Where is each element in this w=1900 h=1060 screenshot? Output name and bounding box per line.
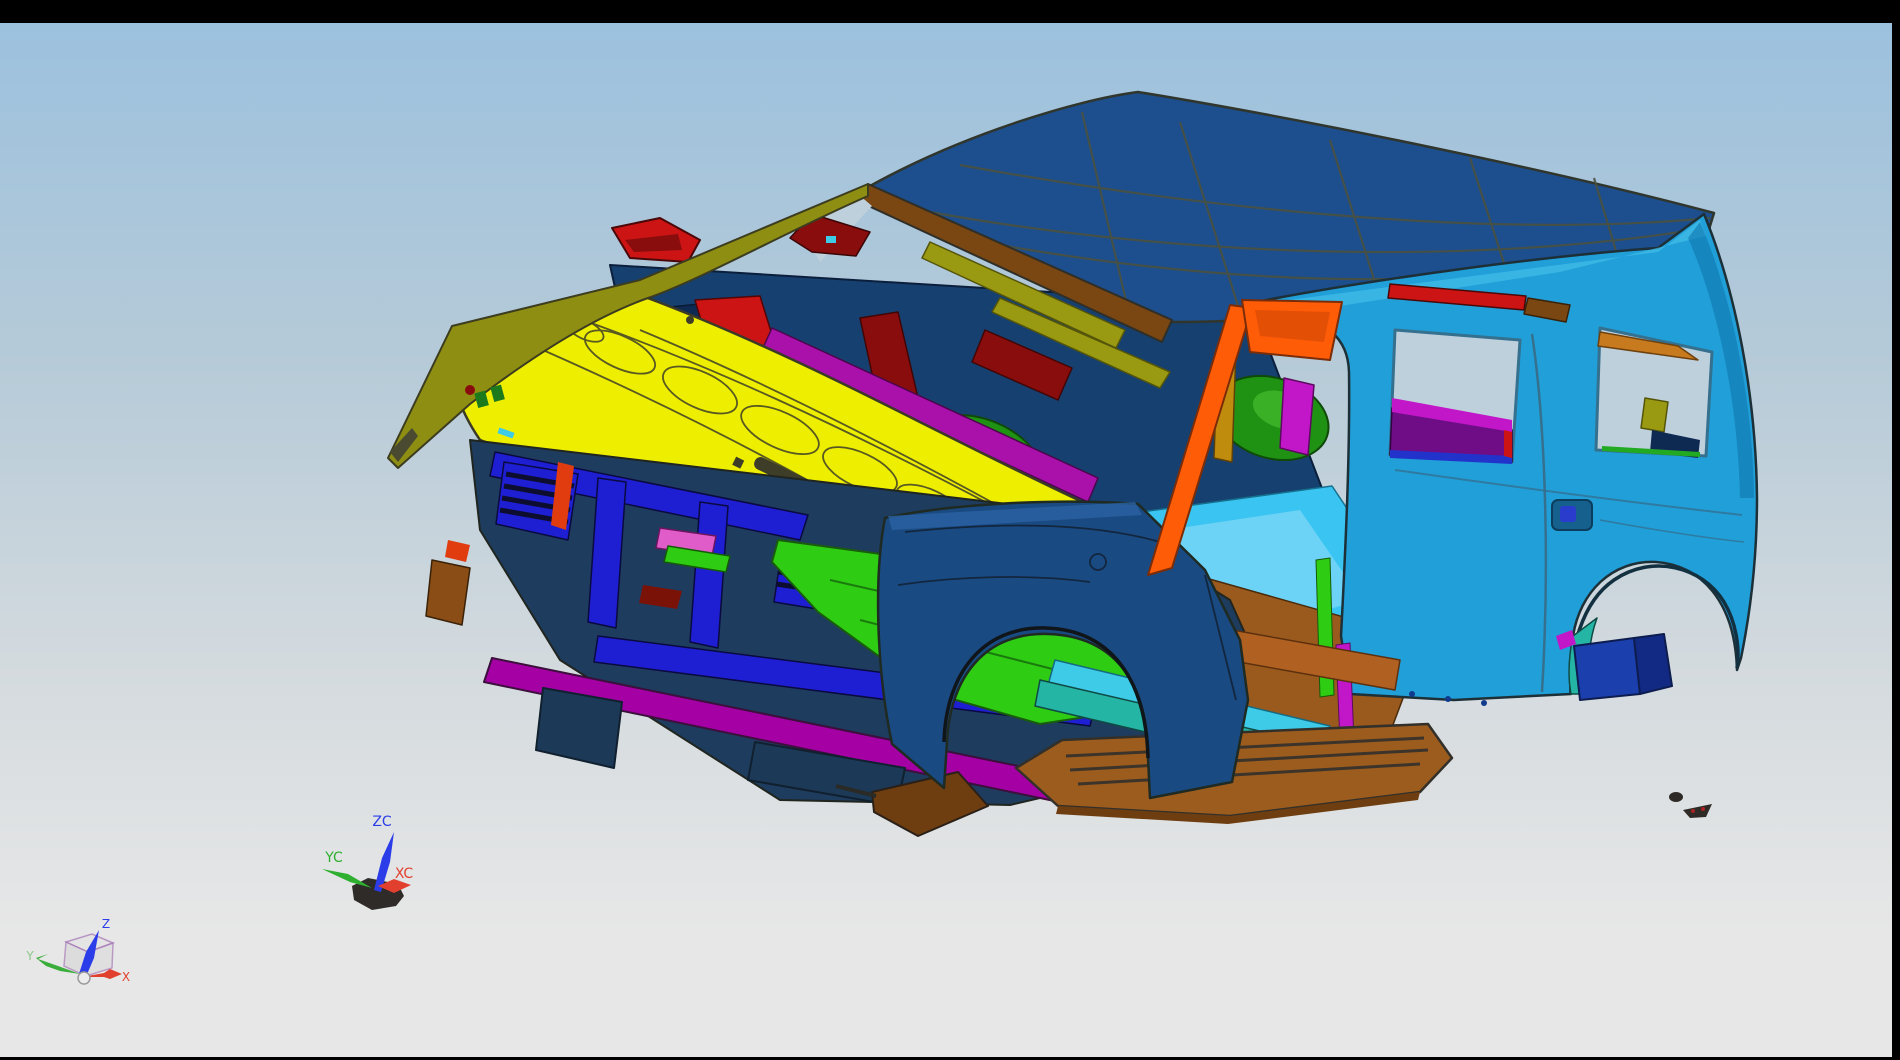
sill-hole [1481,700,1487,706]
debris-dot-red [1691,809,1695,813]
door-handle-latch [1560,506,1576,522]
wcs-y-label[interactable]: YC [324,850,343,866]
header-clip-cyan [826,236,836,243]
cad-application-window: ZC YC XC Z Y X [0,0,1900,1060]
view-x-label[interactable]: X [122,970,130,984]
top-frame-bar [0,0,1900,23]
rear-arch-box-blue[interactable] [1574,638,1640,700]
debris-dot-red [1701,807,1705,811]
rear-arch-box-blue-side [1634,634,1672,694]
right-frame-bar [1892,0,1900,1060]
sill-hole [1445,696,1451,702]
cad-viewport[interactable]: ZC YC XC Z Y X [0,0,1900,1060]
wcs-z-label[interactable]: ZC [372,814,392,830]
wcs-x-label[interactable]: XC [395,866,414,882]
debris-bolt[interactable] [1669,792,1683,802]
view-y-label[interactable]: Y [25,949,34,963]
sill-hole [1409,691,1415,697]
quarter-trim-magenta[interactable] [1280,378,1314,455]
fender-hole-dark-red [465,385,475,395]
cargo-trim-red-sliver [1504,430,1512,458]
bumper-end-brown[interactable] [426,560,470,625]
view-origin-sphere[interactable] [78,972,90,984]
view-z-label[interactable]: Z [102,917,110,931]
quarter-window-bracket-olive[interactable] [1641,398,1668,432]
